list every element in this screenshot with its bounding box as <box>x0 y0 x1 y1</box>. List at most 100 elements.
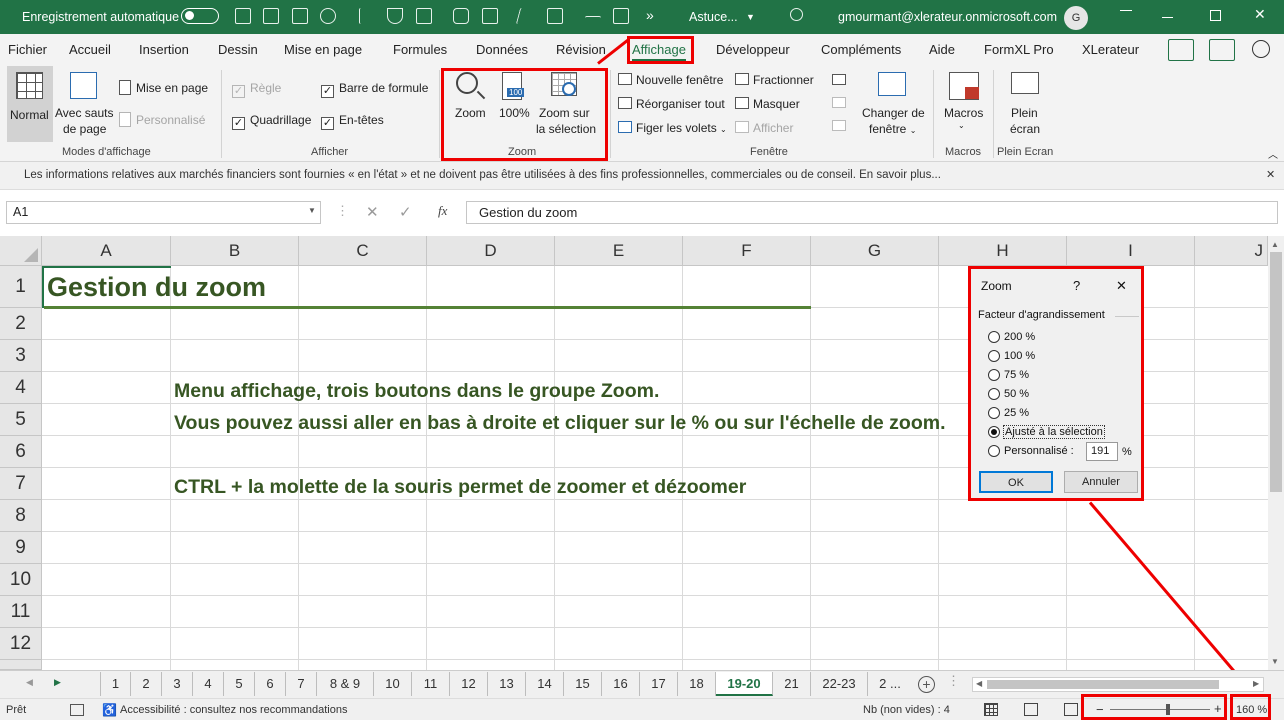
horizontal-scrollbar[interactable]: ◀ ▶ <box>972 677 1264 692</box>
sheet-tab[interactable]: 3 <box>162 672 193 696</box>
macro-record-icon[interactable] <box>70 704 84 716</box>
column-header[interactable]: I <box>1067 236 1195 266</box>
h-scroll-thumb[interactable] <box>987 680 1219 689</box>
cancel-entry-icon[interactable]: ✕ <box>366 203 379 221</box>
insert-function-icon[interactable]: fx <box>438 203 447 219</box>
formula-input[interactable]: Gestion du zoom <box>466 201 1278 224</box>
tab-formules[interactable]: Formules <box>393 42 447 57</box>
tab-mise-en-page[interactable]: Mise en page <box>284 42 362 57</box>
pin-icon[interactable] <box>359 8 375 24</box>
macros-button[interactable]: Macros <box>944 106 983 120</box>
accessibility-icon[interactable]: ♿ <box>102 703 117 717</box>
page-layout-button[interactable]: Mise en page <box>136 81 208 95</box>
zoom-75-label[interactable]: 75 % <box>1004 369 1029 381</box>
more-commands-icon[interactable]: » <box>646 7 654 23</box>
comments-icon[interactable] <box>1209 39 1235 61</box>
column-header[interactable]: F <box>683 236 811 266</box>
column-header[interactable]: A <box>42 236 171 266</box>
sheet-tab[interactable]: 22-23 <box>811 672 868 696</box>
macros-dropdown-icon[interactable]: ⌄ <box>958 121 965 130</box>
name-box-dropdown-icon[interactable]: ▼ <box>308 206 316 215</box>
column-header[interactable]: C <box>299 236 427 266</box>
image-icon[interactable] <box>547 8 563 24</box>
formula-bar-checkbox[interactable]: ✓ Barre de formule <box>321 81 428 98</box>
freeze-panes-button[interactable]: Figer les volets ⌄ <box>636 121 727 135</box>
zoom-fit-selection-radio[interactable] <box>988 426 1000 438</box>
accessibility-status[interactable]: Accessibilité : consultez nos recommanda… <box>120 704 347 716</box>
count-status[interactable]: Nb (non vides) : 4 <box>863 704 950 716</box>
grid-icon[interactable] <box>613 8 629 24</box>
switch-windows-label-2[interactable]: fenêtre ⌄ <box>869 122 916 136</box>
save-icon[interactable] <box>263 8 279 24</box>
headings-checkbox[interactable]: ✓ En-têtes <box>321 113 384 130</box>
row-header[interactable]: 8 <box>0 500 42 532</box>
new-file-icon[interactable] <box>235 8 251 24</box>
tab-fichier[interactable]: Fichier <box>8 42 47 57</box>
confirm-entry-icon[interactable]: ✓ <box>399 203 412 221</box>
sheet-tab[interactable]: 12 <box>450 672 488 696</box>
name-box[interactable]: A1 <box>6 201 321 224</box>
new-window-button[interactable]: Nouvelle fenêtre <box>636 73 723 87</box>
column-header[interactable]: J <box>1195 236 1268 266</box>
column-header[interactable]: H <box>939 236 1067 266</box>
sheet-tab[interactable]: 11 <box>412 672 450 696</box>
tab-insertion[interactable]: Insertion <box>139 42 189 57</box>
sheet-tab[interactable]: 10 <box>374 672 412 696</box>
zoom-50-label[interactable]: 50 % <box>1004 388 1029 400</box>
tab-xlerateur[interactable]: XLerateur <box>1082 42 1139 57</box>
scroll-left-icon[interactable]: ◀ <box>976 679 982 688</box>
zoom-custom-label[interactable]: Personnalisé : <box>1004 445 1074 457</box>
smiley-icon[interactable] <box>1252 40 1270 58</box>
sheet-tab[interactable]: 17 <box>640 672 678 696</box>
print-icon[interactable] <box>292 8 308 24</box>
cell-b5[interactable]: Vous pouvez aussi aller en bas à droite … <box>174 412 946 435</box>
info-message[interactable]: Les informations relatives aux marchés f… <box>24 169 941 181</box>
zoom-custom-radio[interactable] <box>988 445 1000 457</box>
next-sheet-icon[interactable]: ▶ <box>54 677 61 688</box>
row-header[interactable]: 6 <box>0 436 42 468</box>
tab-developpeur[interactable]: Développeur <box>716 42 790 57</box>
sheet-tab-active[interactable]: 19-20 <box>716 672 773 696</box>
vertical-scrollbar[interactable]: ▲ ▼ <box>1268 236 1284 670</box>
tab-accueil[interactable]: Accueil <box>69 42 111 57</box>
sheet-tab[interactable]: 15 <box>564 672 602 696</box>
sheet-tab[interactable]: 7 <box>286 672 317 696</box>
form-icon[interactable] <box>482 8 498 24</box>
tab-dessin[interactable]: Dessin <box>218 42 258 57</box>
sheet-tab[interactable]: 6 <box>255 672 286 696</box>
gridlines-checkbox[interactable]: ✓ Quadrillage <box>232 113 311 130</box>
scroll-down-icon[interactable]: ▼ <box>1271 657 1279 666</box>
sheet-tab[interactable]: 8 & 9 <box>317 672 374 696</box>
add-sheet-icon[interactable]: + <box>918 676 935 693</box>
switch-windows-label-1[interactable]: Changer de <box>862 106 925 120</box>
maximize-icon[interactable] <box>1210 10 1221 21</box>
ruler-checkbox[interactable]: ✓ Règle <box>232 81 281 98</box>
hide-button[interactable]: Masquer <box>753 97 800 111</box>
row-header[interactable]: 11 <box>0 596 42 628</box>
normal-view-status-icon[interactable] <box>984 703 998 716</box>
sheet-tab[interactable]: 18 <box>678 672 716 696</box>
sheet-tab[interactable]: 2 ... <box>868 672 912 696</box>
share-icon[interactable] <box>1168 39 1194 61</box>
row-header[interactable]: 4 <box>0 372 42 404</box>
page-layout-status-icon[interactable] <box>1024 703 1038 716</box>
normal-view-button[interactable]: Normal <box>7 66 53 142</box>
zoom-200-label[interactable]: 200 % <box>1004 331 1035 343</box>
row-header[interactable]: 1 <box>0 266 42 308</box>
collapse-ribbon-icon[interactable]: ︿ <box>1268 146 1278 161</box>
cancel-button[interactable]: Annuler <box>1064 471 1138 493</box>
undo-icon[interactable] <box>320 8 336 24</box>
select-all-corner[interactable] <box>0 236 42 266</box>
table-icon[interactable] <box>416 8 432 24</box>
close-icon[interactable]: ✕ <box>1254 6 1266 23</box>
prev-sheet-icon[interactable]: ◀ <box>26 677 33 688</box>
dialog-close-icon[interactable]: ✕ <box>1116 278 1127 294</box>
sheet-tab[interactable]: 21 <box>773 672 811 696</box>
zoom-100-radio[interactable] <box>988 350 1000 362</box>
split-button[interactable]: Fractionner <box>753 73 814 87</box>
scroll-up-icon[interactable]: ▲ <box>1271 240 1279 249</box>
sheet-tab[interactable]: 1 <box>101 672 131 696</box>
zoom-25-label[interactable]: 25 % <box>1004 407 1029 419</box>
chevron-down-icon[interactable]: ▼ <box>746 12 755 22</box>
side-by-side-icon[interactable] <box>832 74 846 85</box>
